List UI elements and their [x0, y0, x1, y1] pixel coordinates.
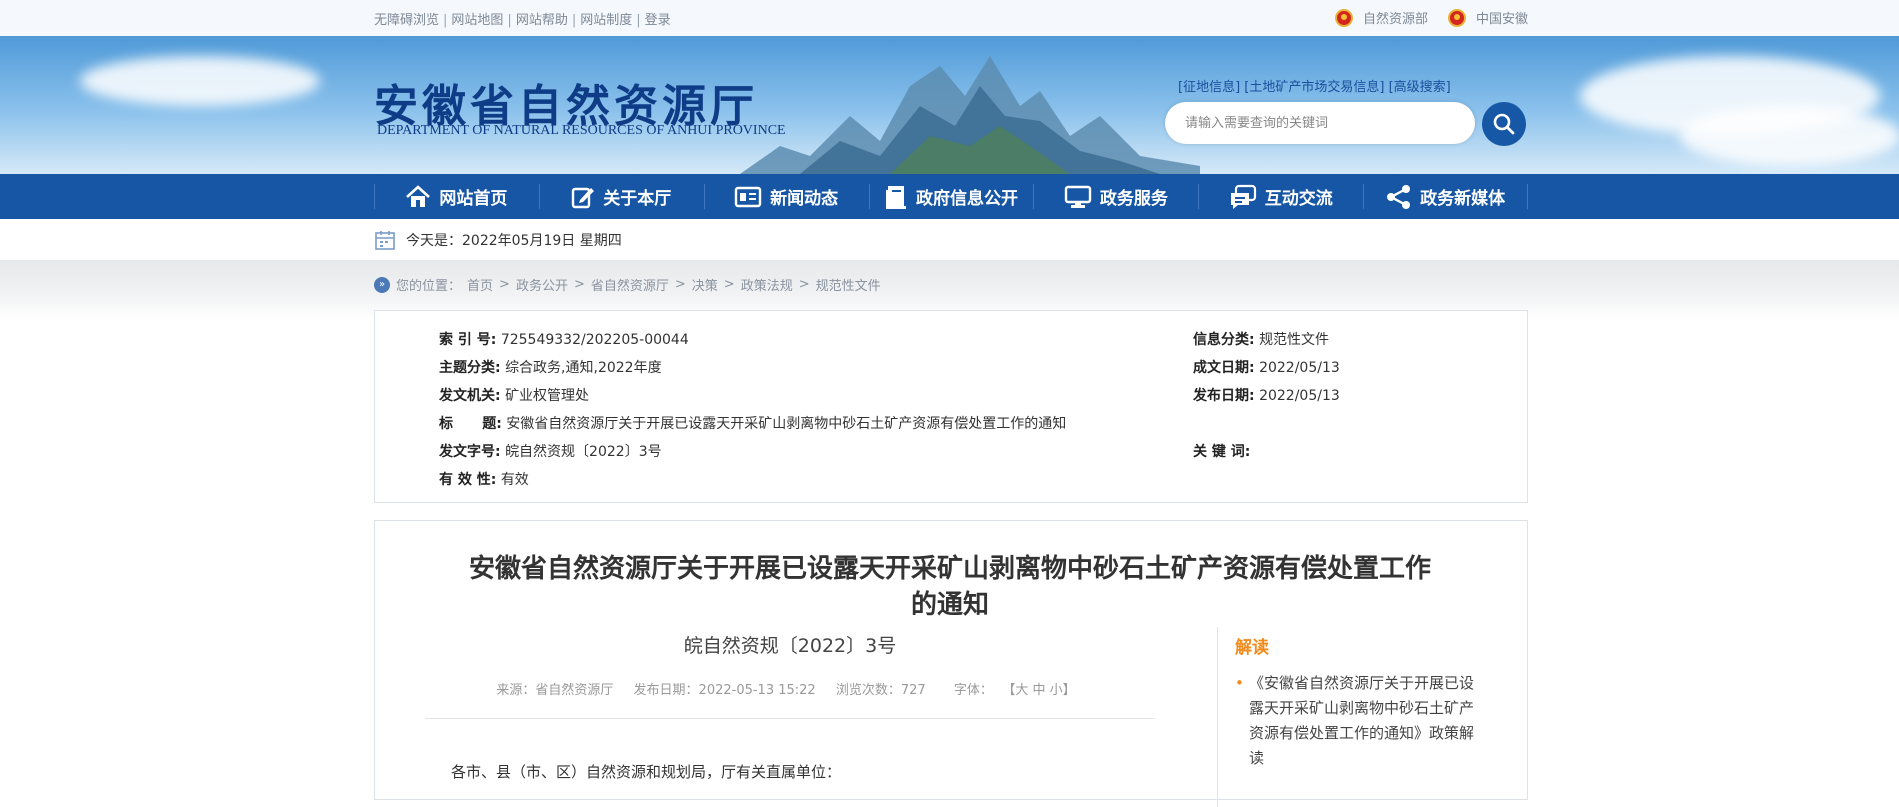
interpretation-link-text: 《安徽省自然资源厅关于开展已设露天开采矿山剥离物中砂石土矿产资源有偿处置工作的通…	[1249, 674, 1475, 767]
nav-news-label: 新闻动态	[770, 189, 839, 209]
date-bar: 今天是：2022年05月19日 星期四	[0, 219, 1899, 260]
breadcrumb-separator: >	[798, 277, 810, 292]
sidebar-divider	[1217, 627, 1218, 807]
national-emblem-icon	[1334, 8, 1353, 27]
edit-icon	[572, 187, 595, 208]
calendar-icon	[375, 231, 395, 250]
site-subtitle: DEPARTMENT OF NATURAL RESOURCES OF ANHUI…	[377, 123, 786, 138]
advanced-search-link[interactable]: [高级搜索]	[1389, 80, 1451, 95]
chat-icon	[1230, 184, 1256, 209]
meta-doc-number: 发文字号: 皖自然资规〔2022〕3号	[439, 444, 662, 460]
article-body-first-line: 各市、县（市、区）自然资源和规划局，厅有关直属单位：	[451, 763, 842, 781]
meta-index-no: 索 引 号: 725549332/202205-00044	[439, 332, 689, 348]
monitor-icon	[1064, 185, 1092, 208]
cloud-decoration	[80, 56, 320, 106]
breadcrumb-decision[interactable]: 决策	[692, 275, 718, 294]
market-trade-link[interactable]: [土地矿产市场交易信息]	[1244, 80, 1384, 95]
article-panel: 安徽省自然资源厅关于开展已设露天开采矿山剥离物中砂石土矿产资源有偿处置工作 的通…	[374, 520, 1528, 807]
font-size-switcher[interactable]: 【大 中 小】	[1009, 683, 1076, 698]
anhui-label: 中国安徽	[1475, 12, 1528, 27]
breadcrumb-separator: >	[499, 277, 510, 292]
mnr-label: 自然资源部	[1362, 12, 1428, 27]
article-info: 来源：省自然资源厅 发布日期：2022-05-13 15:22 浏览次数：727…	[425, 679, 1155, 698]
anhui-link[interactable]: 中国安徽	[1447, 8, 1528, 27]
cloud-decoration	[1680, 106, 1899, 166]
breadcrumb-home[interactable]: 首页	[467, 275, 493, 294]
nav-services[interactable]: 政务服务	[1033, 174, 1198, 219]
nav-interaction[interactable]: 互动交流	[1198, 174, 1363, 219]
document-metadata: 索 引 号: 725549332/202205-00044 主题分类: 综合政务…	[374, 310, 1528, 503]
meta-title: 标 题: 安徽省自然资源厅关于开展已设露天开采矿山剥离物中砂石土矿产资源有偿处置…	[439, 416, 1067, 432]
nav-home-label: 网站首页	[439, 189, 508, 209]
news-icon	[734, 186, 762, 207]
home-icon	[406, 184, 431, 207]
national-emblem-icon	[1447, 8, 1466, 27]
article-doc-number: 皖自然资规〔2022〕3号	[683, 635, 897, 657]
meta-keywords: 关 键 词:	[1193, 444, 1251, 460]
article-date: 发布日期：2022-05-13 15:22	[633, 683, 816, 698]
breadcrumb-policy[interactable]: 政策法规	[741, 275, 793, 294]
share-icon	[1387, 184, 1411, 209]
nav-interaction-label: 互动交流	[1264, 189, 1333, 209]
article-title-line2: 的通知	[910, 590, 989, 620]
nav-home[interactable]: 网站首页	[374, 174, 539, 219]
meta-topic: 主题分类: 综合政务,通知,2022年度	[439, 360, 662, 376]
interpretation-link[interactable]: 《安徽省自然资源厅关于开展已设露天开采矿山剥离物中砂石土矿产资源有偿处置工作的通…	[1235, 671, 1480, 771]
book-icon	[886, 185, 906, 209]
article-title-line1: 安徽省自然资源厅关于开展已设露天开采矿山剥离物中砂石土矿产资源有偿处置工作	[468, 554, 1431, 584]
land-acquisition-link[interactable]: [征地信息]	[1178, 80, 1240, 95]
top-right-links: 自然资源部 中国安徽	[1334, 8, 1528, 27]
nav-about[interactable]: 关于本厅	[538, 174, 704, 219]
meta-written-date: 成文日期: 2022/05/13	[1193, 360, 1340, 376]
main-nav: 网站首页 关于本厅 新闻动态 政府信息公开 政务服务 互动交流 政务新媒体	[0, 174, 1899, 219]
breadcrumb-department[interactable]: 省自然资源厅	[591, 275, 669, 294]
nav-new-media[interactable]: 政务新媒体	[1363, 174, 1528, 219]
meta-info-category: 信息分类: 规范性文件	[1193, 332, 1330, 348]
search-input[interactable]	[1165, 102, 1475, 144]
article-views: 浏览次数：727	[835, 683, 926, 698]
nav-news[interactable]: 新闻动态	[703, 174, 869, 219]
double-chevron-icon: »	[374, 276, 390, 293]
mountain-illustration	[740, 56, 1200, 174]
login-link[interactable]: 登录	[645, 13, 671, 28]
article-source: 来源：省自然资源厅	[496, 683, 614, 698]
breadcrumb-gov-affairs[interactable]: 政务公开	[516, 275, 568, 294]
meta-validity: 有 效 性: 有效	[439, 472, 529, 488]
quick-links: [征地信息] [土地矿产市场交易信息] [高级搜索]	[1178, 76, 1451, 95]
nav-new-media-label: 政务新媒体	[1420, 189, 1506, 209]
nav-about-label: 关于本厅	[603, 189, 672, 209]
nav-gov-info[interactable]: 政府信息公开	[868, 174, 1034, 219]
article-title: 安徽省自然资源厅关于开展已设露天开采矿山剥离物中砂石土矿产资源有偿处置工作 的通…	[415, 551, 1485, 623]
search-button[interactable]	[1482, 102, 1526, 146]
header-banner: 安徽省自然资源厅 DEPARTMENT OF NATURAL RESOURCES…	[0, 36, 1899, 174]
interpretation-heading: 解读	[1235, 638, 1269, 658]
breadcrumb-normative-docs[interactable]: 规范性文件	[816, 275, 881, 294]
breadcrumb-separator: >	[723, 277, 735, 292]
divider	[425, 718, 1155, 719]
breadcrumb-prefix: 您的位置：	[396, 279, 462, 294]
breadcrumb-separator: >	[573, 277, 585, 292]
search-icon	[1493, 113, 1515, 135]
breadcrumb: » 您的位置： 首页 > 政务公开 > 省自然资源厅 > 决策 > 政策法规 > 规范性文…	[374, 275, 881, 294]
nav-services-label: 政务服务	[1099, 189, 1168, 209]
help-link[interactable]: 网站帮助	[516, 13, 568, 28]
accessibility-link[interactable]: 无障碍浏览	[374, 13, 439, 28]
nav-gov-info-label: 政府信息公开	[916, 189, 1018, 209]
font-size-label: 字体：	[953, 683, 993, 698]
breadcrumb-separator: >	[674, 277, 686, 292]
meta-publish-date: 发布日期: 2022/05/13	[1193, 388, 1340, 404]
current-date: 今天是：2022年05月19日 星期四	[406, 233, 622, 249]
policy-link[interactable]: 网站制度	[580, 13, 632, 28]
meta-issuer: 发文机关: 矿业权管理处	[439, 388, 590, 404]
sitemap-link[interactable]: 网站地图	[451, 13, 503, 28]
mnr-link[interactable]: 自然资源部	[1334, 8, 1428, 27]
